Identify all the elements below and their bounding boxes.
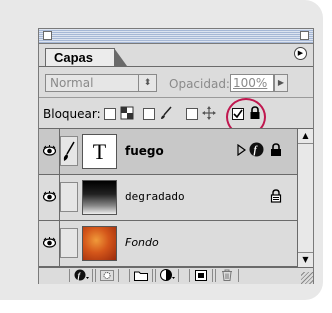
new-layer-icon [195, 270, 207, 281]
palette-menu-button[interactable]: ▶ [294, 47, 307, 60]
menu-arrow-icon: ▶ [297, 49, 304, 57]
layer-row[interactable]: degradado [39, 175, 297, 221]
layer-name[interactable]: fuego [125, 144, 164, 158]
blend-mode-value: Normal [50, 76, 94, 90]
layer-row[interactable]: T fuego f [39, 129, 297, 175]
layers-scrollbar[interactable]: ▲ ▼ [297, 129, 313, 267]
lock-image-checkbox[interactable] [143, 108, 155, 120]
layer-name[interactable]: degradado [125, 190, 185, 203]
visibility-toggle[interactable] [39, 129, 60, 174]
opacity-label: Opacidad: [169, 77, 230, 91]
palette-titlebar[interactable] [39, 29, 313, 44]
new-layer-button[interactable] [189, 269, 213, 282]
partial-lock-icon [270, 189, 282, 203]
add-mask-button[interactable] [95, 269, 119, 282]
link-toggle[interactable] [60, 136, 78, 166]
delete-layer-button[interactable] [215, 269, 239, 282]
tab-layers[interactable]: Capas [45, 48, 127, 66]
link-toggle[interactable] [60, 228, 78, 258]
resize-grip[interactable] [301, 272, 313, 284]
scroll-up-button[interactable]: ▲ [298, 129, 313, 144]
new-adjustment-layer-button[interactable] [155, 269, 179, 282]
close-box[interactable] [43, 31, 52, 40]
eye-icon [43, 191, 56, 202]
add-layer-style-button[interactable]: f [69, 269, 93, 282]
tab-underline [39, 66, 313, 67]
lock-label: Bloquear: [43, 107, 101, 121]
tab-row: Capas ▶ [39, 44, 313, 66]
tab-layers-label: Capas [54, 50, 94, 65]
trash-icon [222, 269, 232, 281]
blend-opacity-row: Normal ⬍ Opacidad: 100% ▶ [39, 69, 313, 97]
move-icon [202, 106, 216, 120]
visibility-toggle[interactable] [39, 221, 60, 266]
layer-row[interactable]: Fondo [39, 221, 297, 267]
eye-icon [43, 237, 56, 248]
brush-icon [63, 141, 75, 161]
lock-icon [271, 143, 281, 156]
select-arrows-icon: ⬍ [138, 75, 156, 91]
expand-triangle-icon[interactable] [237, 144, 246, 156]
folder-icon [134, 271, 148, 281]
palette-bottom-bar: f [39, 267, 313, 284]
mask-icon [100, 270, 114, 281]
new-group-button[interactable] [129, 269, 153, 282]
eye-icon [43, 145, 56, 156]
adjustment-icon [160, 269, 175, 281]
effects-icon: f [74, 269, 89, 281]
layers-palette: Capas ▶ Normal ⬍ Opacidad: 100% ▶ Bloque… [38, 28, 314, 284]
layer-thumbnail: T [82, 134, 117, 169]
opacity-slider-button[interactable]: ▶ [274, 74, 288, 92]
blend-mode-select[interactable]: Normal ⬍ [45, 74, 157, 92]
lock-position-checkbox[interactable] [186, 108, 198, 120]
layer-name[interactable]: Fondo [125, 236, 159, 249]
layer-thumbnail [82, 180, 117, 215]
scroll-down-button[interactable]: ▼ [298, 252, 313, 267]
lock-row: Bloquear: [39, 98, 313, 136]
opacity-input[interactable]: 100% [230, 74, 274, 92]
brush-icon [161, 106, 172, 119]
layers-list: T fuego f degradado Fondo [39, 129, 297, 267]
layer-thumbnail [82, 226, 117, 261]
link-toggle[interactable] [60, 182, 78, 212]
collapse-box[interactable] [300, 31, 309, 40]
effects-icon[interactable]: f [249, 142, 264, 157]
lock-transparency-checkbox[interactable] [104, 108, 116, 120]
visibility-toggle[interactable] [39, 175, 60, 220]
transparency-grid-icon [120, 106, 134, 120]
